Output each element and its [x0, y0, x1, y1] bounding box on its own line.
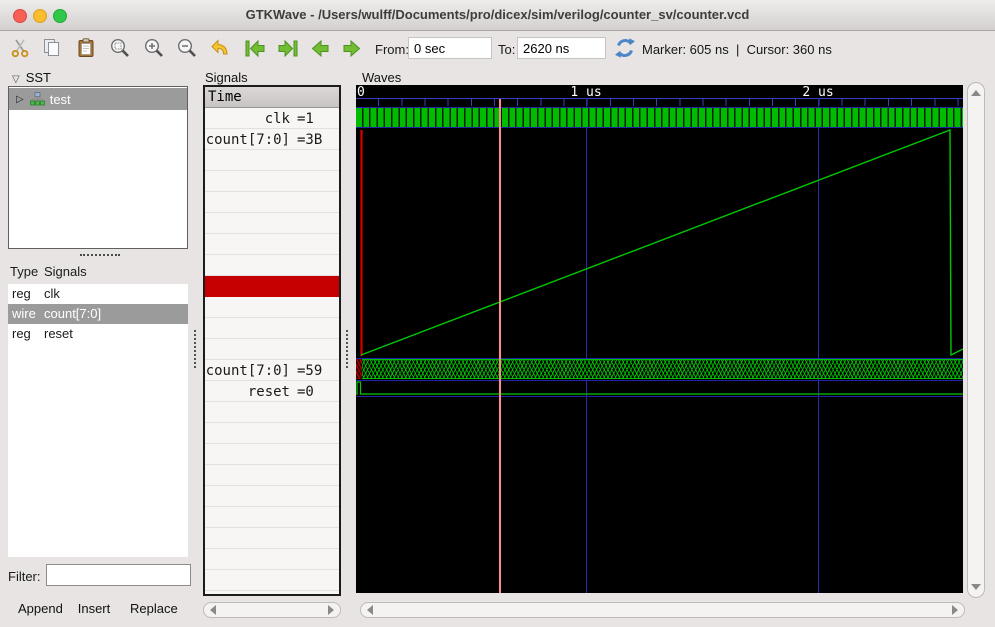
- value-row-count-hex[interactable]: count[7:0] =3B: [205, 129, 339, 150]
- close-button[interactable]: [13, 9, 27, 23]
- from-input[interactable]: [408, 37, 492, 59]
- value-row-value: =0: [297, 383, 314, 400]
- to-label: To:: [498, 42, 516, 57]
- value-row-value: =3B: [297, 131, 323, 148]
- tree-item-test[interactable]: ▷ test: [9, 88, 187, 110]
- signals-horizontal-scrollbar[interactable]: [203, 602, 341, 618]
- scissors-icon: [11, 39, 29, 58]
- signal-name: clk: [44, 286, 60, 301]
- append-button[interactable]: Append: [12, 597, 66, 619]
- scroll-right-arrow-icon[interactable]: [952, 605, 958, 615]
- signal-values-panel: Time clk =1 count[7:0] =3B count[7:0] =59 r…: [203, 85, 341, 596]
- arrow-to-left-edge-icon: [245, 39, 265, 58]
- cursor-value: Cursor: 360 ns: [746, 42, 832, 57]
- primary-marker-line[interactable]: [499, 99, 501, 593]
- right-arrow-icon: [343, 39, 361, 58]
- pane-splitter-grip-right[interactable]: [346, 330, 348, 368]
- reload-icon: [615, 38, 635, 58]
- zoom-fit-icon: [110, 38, 129, 57]
- expand-triangle-icon[interactable]: ▷: [16, 94, 24, 105]
- minimize-button[interactable]: [33, 9, 47, 23]
- analog-and-reset-traces: [356, 128, 963, 395]
- time-header[interactable]: Time: [205, 87, 339, 108]
- insert-button[interactable]: Insert: [70, 597, 118, 619]
- signal-type: reg: [12, 286, 31, 301]
- clipboard-icon: [78, 38, 94, 57]
- value-row-name: count[7:0]: [205, 362, 290, 379]
- waves-pane-label: Waves: [362, 70, 402, 85]
- left-arrow-icon: [311, 39, 329, 58]
- value-row-value: =59: [297, 362, 323, 379]
- value-row-clk[interactable]: clk =1: [205, 108, 339, 129]
- signals-column-header: Signals: [44, 264, 87, 279]
- collapse-triangle-icon[interactable]: ▽: [12, 74, 20, 85]
- value-row-name: reset: [247, 383, 290, 400]
- signals-pane-label: Signals: [205, 70, 248, 85]
- replace-button[interactable]: Replace: [124, 597, 182, 619]
- scroll-up-arrow-icon[interactable]: [971, 90, 981, 96]
- shift-right-button[interactable]: [340, 35, 364, 61]
- sst-header: ▽ SST: [5, 70, 51, 85]
- selected-blank-row[interactable]: [205, 276, 339, 297]
- marker-cursor-readout: Marker: 605 ns | Cursor: 360 ns: [642, 42, 832, 57]
- value-row-reset[interactable]: reset =0: [205, 381, 339, 402]
- zoom-fit-button[interactable]: [108, 35, 132, 61]
- count-analog-ramp: [360, 128, 963, 357]
- signal-list-row-clk[interactable]: reg clk: [8, 284, 188, 304]
- prev-edge-button[interactable]: [243, 35, 267, 61]
- undo-arrow-icon: [211, 39, 228, 55]
- value-row-name: count[7:0]: [205, 131, 290, 148]
- signal-name: reset: [44, 326, 73, 341]
- value-row-count-dec[interactable]: count[7:0] =59: [205, 360, 339, 381]
- cut-button[interactable]: [8, 35, 32, 61]
- shift-left-button[interactable]: [308, 35, 332, 61]
- scroll-left-arrow-icon[interactable]: [367, 605, 373, 615]
- type-column-header: Type: [10, 264, 39, 279]
- waves-horizontal-scrollbar[interactable]: [360, 602, 965, 618]
- undo-button[interactable]: [209, 35, 233, 61]
- to-input[interactable]: [517, 37, 606, 59]
- title-bar: GTKWave - /Users/wulff/Documents/pro/dic…: [0, 0, 995, 31]
- waves-vertical-scrollbar[interactable]: [967, 82, 985, 598]
- reset-trace: [356, 381, 963, 395]
- signal-list: reg clk wire count[7:0] reg reset: [8, 284, 188, 557]
- zoom-out-button[interactable]: [175, 35, 199, 61]
- zoom-in-button[interactable]: [142, 35, 166, 61]
- value-row-value: =1: [297, 110, 314, 127]
- signal-values-body: clk =1 count[7:0] =3B count[7:0] =59 reset =…: [205, 108, 339, 594]
- zoom-in-icon: [144, 38, 163, 57]
- scroll-left-arrow-icon[interactable]: [210, 605, 216, 615]
- waves-canvas[interactable]: 0 1 us 2 us: [356, 85, 963, 593]
- sst-header-label: SST: [25, 70, 51, 85]
- scroll-right-arrow-icon[interactable]: [328, 605, 334, 615]
- window-title: GTKWave - /Users/wulff/Documents/pro/dic…: [245, 7, 750, 22]
- copy-button[interactable]: [40, 35, 64, 61]
- pane-splitter-grip-left[interactable]: [194, 330, 196, 368]
- from-label: From:: [375, 42, 409, 57]
- signal-list-row-count[interactable]: wire count[7:0]: [8, 304, 188, 324]
- paste-button[interactable]: [74, 35, 98, 61]
- maximize-button[interactable]: [53, 9, 67, 23]
- hierarchy-icon: [29, 92, 45, 106]
- toolbar: From: To: Marker: 605 ns | Cursor: 360 n…: [0, 30, 995, 70]
- marker-cursor-separator: |: [735, 42, 740, 57]
- arrow-to-right-edge-icon: [278, 39, 298, 58]
- signal-type: wire: [12, 306, 36, 321]
- value-row-name: clk: [264, 110, 290, 127]
- filter-label: Filter:: [8, 569, 41, 584]
- copy-icon: [44, 39, 59, 56]
- signal-name: count[7:0]: [44, 306, 102, 321]
- sst-tree: ▷ test: [8, 86, 188, 249]
- filter-input[interactable]: [46, 564, 191, 586]
- marker-value: Marker: 605 ns: [642, 42, 729, 57]
- signal-list-row-reset[interactable]: reg reset: [8, 324, 188, 344]
- scroll-down-arrow-icon[interactable]: [971, 584, 981, 590]
- reload-button[interactable]: [613, 35, 637, 61]
- signal-type: reg: [12, 326, 31, 341]
- next-edge-button[interactable]: [276, 35, 300, 61]
- gtkwave-window: GTKWave - /Users/wulff/Documents/pro/dic…: [0, 0, 995, 627]
- horizontal-splitter-grip[interactable]: [80, 254, 120, 256]
- tree-item-label: test: [49, 91, 71, 107]
- zoom-out-icon: [177, 38, 196, 57]
